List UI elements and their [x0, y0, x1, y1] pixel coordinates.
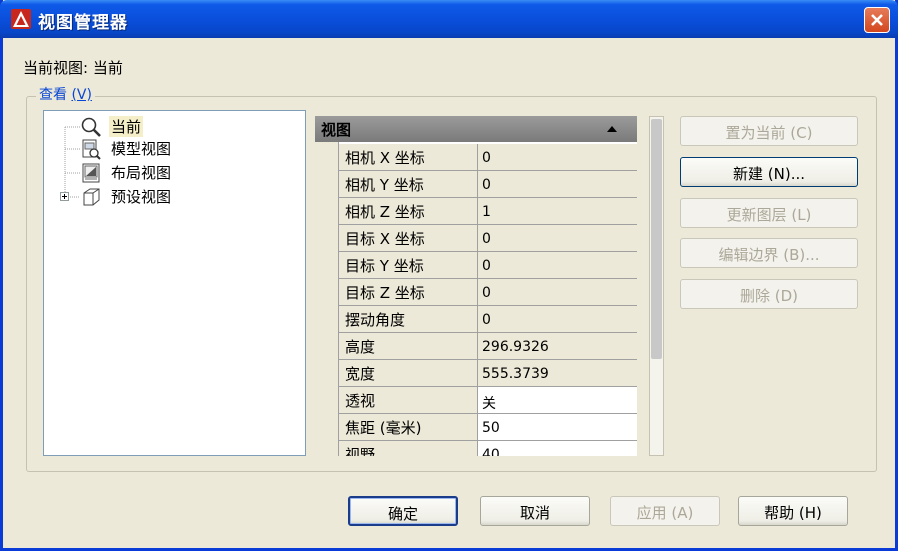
- property-name: 相机 Y 坐标: [339, 171, 478, 198]
- property-name: 高度: [339, 333, 478, 360]
- autocad-logo-icon: [11, 9, 31, 29]
- property-row[interactable]: 相机 Y 坐标 0: [339, 171, 637, 198]
- property-value: 0: [478, 144, 637, 171]
- property-name: 相机 X 坐标: [339, 144, 478, 171]
- view-manager-dialog: 视图管理器 当前视图: 当前 查看 (V) 当前 模型视图 布局视图 预设视图 …: [0, 0, 898, 551]
- property-row[interactable]: 目标 X 坐标 0: [339, 225, 637, 252]
- property-row[interactable]: 视野 40: [339, 441, 637, 456]
- property-value[interactable]: 关: [478, 387, 637, 414]
- section-title: 视图: [321, 121, 352, 139]
- property-row[interactable]: 焦距 (毫米) 50: [339, 414, 637, 441]
- expand-plus-icon[interactable]: [60, 192, 69, 201]
- property-name: 透视: [339, 387, 478, 414]
- ok-button[interactable]: 确定: [348, 496, 458, 526]
- property-row[interactable]: 相机 Z 坐标 1: [339, 198, 637, 225]
- property-name: 视野: [339, 441, 478, 456]
- property-name: 宽度: [339, 360, 478, 387]
- property-value[interactable]: 40: [478, 441, 637, 456]
- tree-item-label: 布局视图: [111, 164, 172, 182]
- edit-boundaries-button[interactable]: 编辑边界 (B)...: [680, 238, 858, 268]
- help-button[interactable]: 帮助 (H): [738, 496, 848, 526]
- property-value: 0: [478, 225, 637, 252]
- property-name: 目标 Z 坐标: [339, 279, 478, 306]
- layout-view-icon: [82, 163, 100, 183]
- cancel-button[interactable]: 取消: [480, 496, 590, 526]
- property-value: 555.3739: [478, 360, 637, 387]
- property-value: 296.9326: [478, 333, 637, 360]
- property-value: 0: [478, 252, 637, 279]
- property-name: 相机 Z 坐标: [339, 198, 478, 225]
- apply-button[interactable]: 应用 (A): [610, 496, 720, 526]
- properties-gutter: [315, 142, 339, 456]
- model-view-icon: [82, 139, 101, 160]
- delete-button[interactable]: 删除 (D): [680, 279, 858, 309]
- property-value[interactable]: 50: [478, 414, 637, 441]
- property-row[interactable]: 透视 关: [339, 387, 637, 414]
- close-icon: [871, 14, 883, 26]
- property-row[interactable]: 宽度 555.3739: [339, 360, 637, 387]
- property-row[interactable]: 目标 Y 坐标 0: [339, 252, 637, 279]
- set-current-button[interactable]: 置为当前 (C): [680, 116, 858, 146]
- property-name: 目标 X 坐标: [339, 225, 478, 252]
- preset-cube-icon: [83, 188, 100, 206]
- scroll-thumb[interactable]: [651, 119, 662, 359]
- collapse-arrow-icon[interactable]: [607, 125, 617, 132]
- property-row[interactable]: 高度 296.9326: [339, 333, 637, 360]
- new-view-button[interactable]: 新建 (N)...: [680, 157, 858, 187]
- properties-scrollbar[interactable]: [649, 116, 664, 456]
- property-name: 焦距 (毫米): [339, 414, 478, 441]
- legend-key: (V): [71, 87, 92, 103]
- legend-text: 查看: [39, 87, 72, 103]
- properties-grid: 视图 相机 X 坐标 0 相机 Y 坐标 0 相机 Z 坐标 1 目标 X 坐标…: [315, 116, 637, 456]
- window-title: 视图管理器: [38, 13, 128, 33]
- property-row[interactable]: 相机 X 坐标 0: [339, 144, 637, 171]
- view-tree[interactable]: 当前 模型视图 布局视图 预设视图: [43, 110, 306, 456]
- property-name: 摆动角度: [339, 306, 478, 333]
- properties-section-header[interactable]: 视图: [315, 116, 637, 142]
- tree-item-label: 模型视图: [111, 140, 172, 158]
- view-group-legend: 查看 (V): [36, 84, 95, 104]
- property-value: 0: [478, 171, 637, 198]
- property-row[interactable]: 摆动角度 0: [339, 306, 637, 333]
- property-value: 0: [478, 279, 637, 306]
- property-name: 目标 Y 坐标: [339, 252, 478, 279]
- current-view-label: 当前视图: 当前: [23, 59, 123, 77]
- tree-item-label: 预设视图: [111, 188, 172, 206]
- update-layers-button[interactable]: 更新图层 (L): [680, 198, 858, 228]
- property-value: 1: [478, 198, 637, 225]
- magnifier-icon: [81, 117, 101, 137]
- tree-item-label: 当前: [109, 116, 144, 137]
- property-row[interactable]: 目标 Z 坐标 0: [339, 279, 637, 306]
- property-value: 0: [478, 306, 637, 333]
- close-button[interactable]: [864, 7, 890, 33]
- title-bar: 视图管理器: [0, 0, 898, 38]
